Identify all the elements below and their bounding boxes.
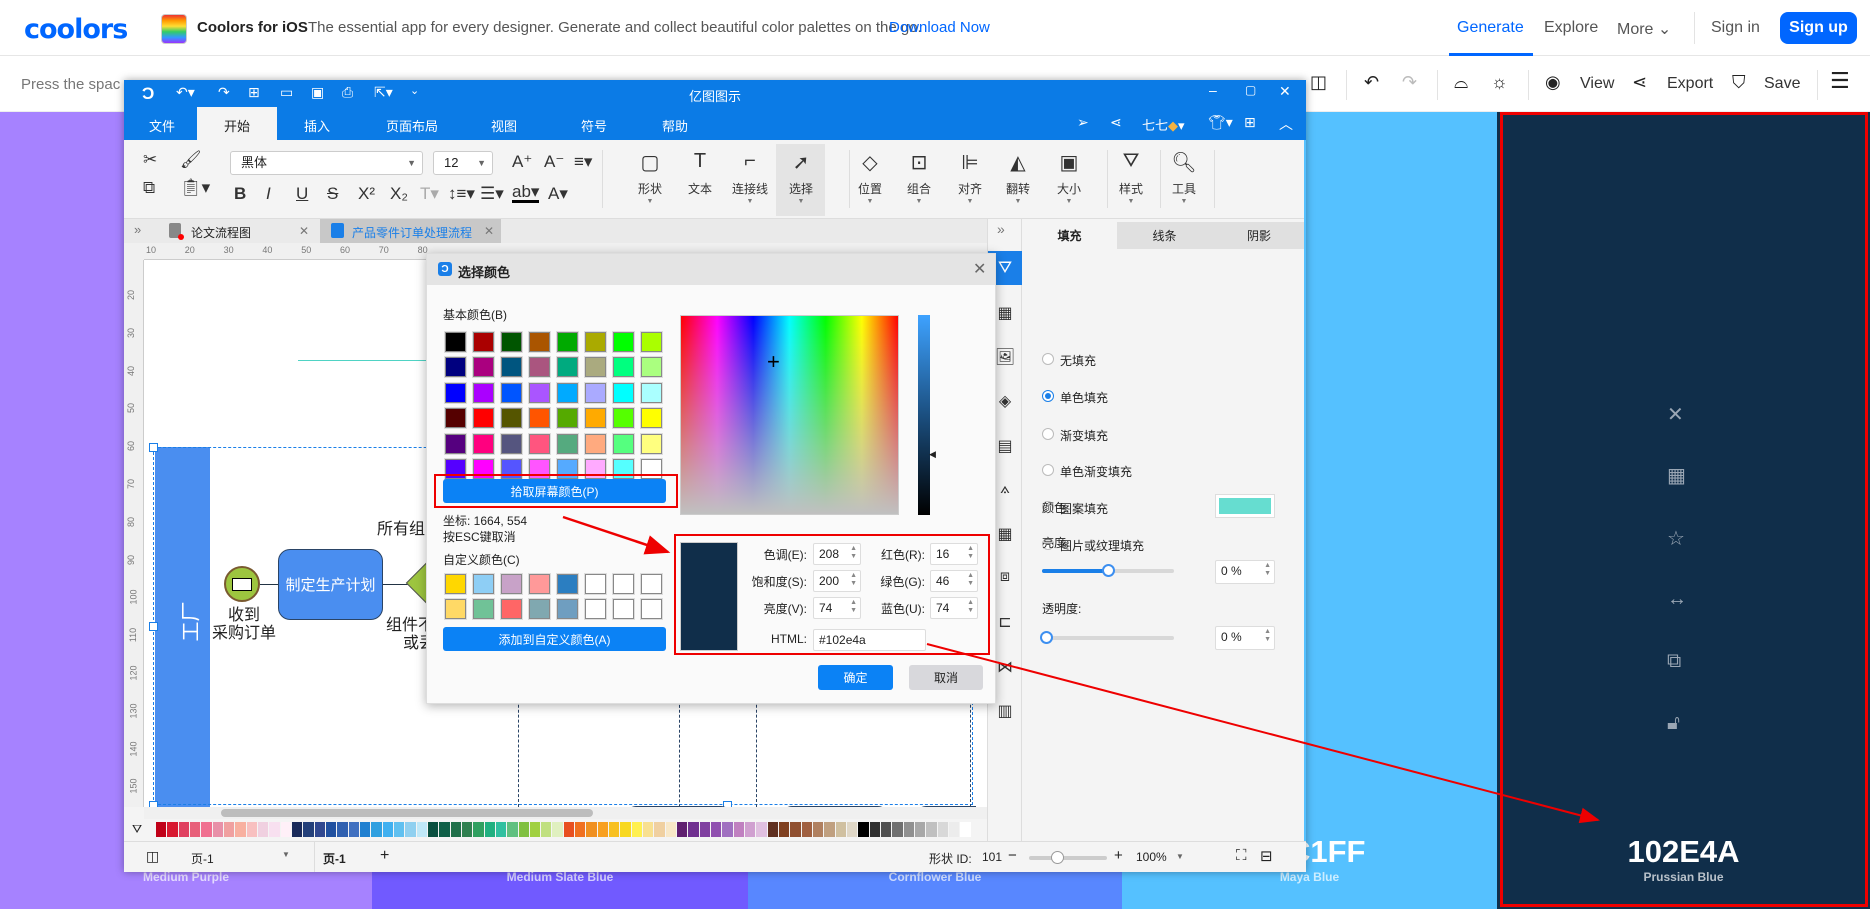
arrow-hex-to-palette: [926, 643, 1600, 824]
annotation-arrows: [562, 515, 1600, 824]
arrow-pick-to-values: [562, 515, 671, 555]
